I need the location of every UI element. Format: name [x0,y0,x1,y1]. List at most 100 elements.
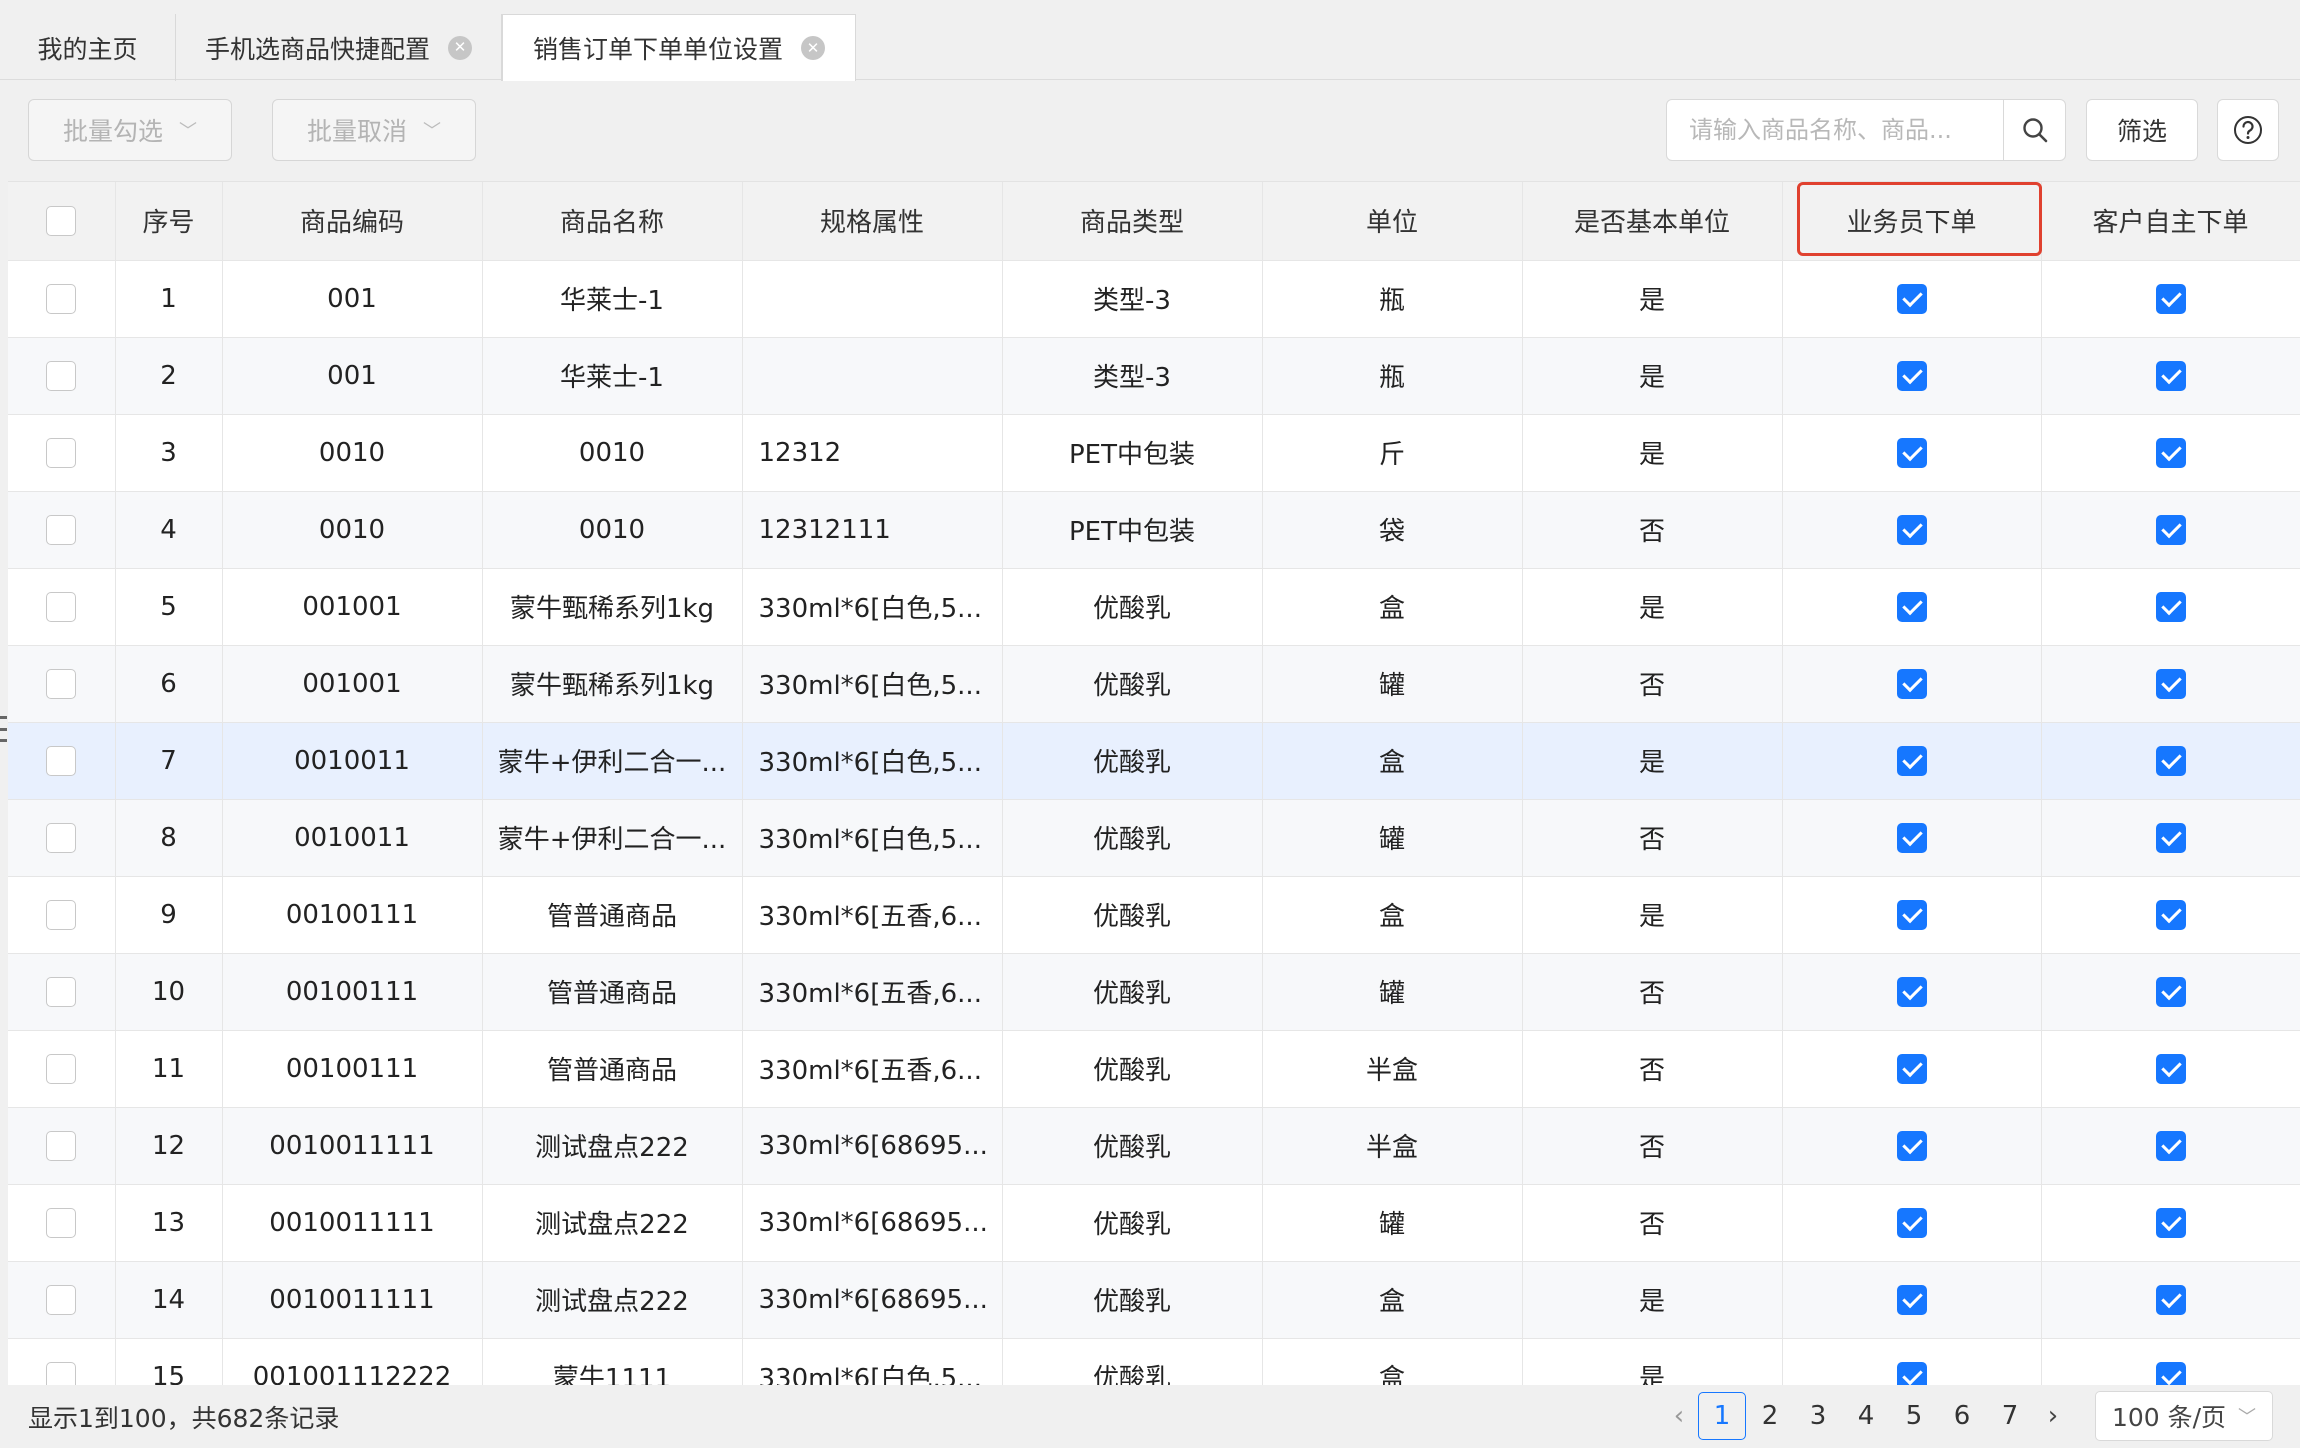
row-checkbox[interactable] [46,283,77,314]
customer-order-checkbox[interactable] [2155,668,2186,699]
salesman-order-checkbox[interactable] [1896,668,1927,699]
cell-salesman-order [1782,953,2042,1031]
salesman-order-checkbox[interactable] [1896,360,1927,391]
salesman-order-checkbox[interactable] [1896,514,1927,545]
row-checkbox[interactable] [46,514,77,545]
page-button[interactable]: 6 [1938,1392,1986,1440]
table-row[interactable]: 3 0010 0010 12312 PET中包装斤是 [8,414,2300,492]
page-button[interactable]: 1 [1698,1392,1746,1440]
cell-name: 蒙牛+伊利二合一... [482,799,743,877]
table-row[interactable]: 4 0010 0010 12312111 PET中包装袋否 [8,491,2300,569]
row-checkbox[interactable] [46,745,77,776]
cell-type: 优酸乳 [1002,1030,1263,1108]
table-row[interactable]: 13 0010011111 测试盘点222 330ml*6[68695... 优酸乳罐否 [8,1184,2300,1262]
select-all-cell [8,182,116,261]
customer-order-checkbox[interactable] [2155,591,2186,622]
table-row[interactable]: 6 001001 蒙牛甄稀系列1kg 330ml*6[白色,5... 优酸乳罐否 [8,645,2300,723]
table-row[interactable]: 1 001 华莱士-1 类型-3 瓶是 [8,260,2300,338]
row-checkbox[interactable] [46,437,77,468]
table-row[interactable]: 2 001 华莱士-1 类型-3 瓶是 [8,337,2300,415]
resize-handle-icon[interactable] [0,716,7,742]
table-row[interactable]: 8 0010011 蒙牛+伊利二合一... 330ml*6[白色,5... 优酸乳罐否 [8,799,2300,877]
salesman-order-checkbox[interactable] [1896,745,1927,776]
row-checkbox[interactable] [46,668,77,699]
salesman-order-checkbox[interactable] [1896,822,1927,853]
page-button[interactable]: 7 [1986,1392,2034,1440]
page-button[interactable]: 4 [1842,1392,1890,1440]
toolbar: 批量勾选 ﹀ 批量取消 ﹀ 筛选 [0,81,2300,181]
search-button[interactable] [2003,100,2065,160]
salesman-order-checkbox[interactable] [1896,1130,1927,1161]
tab-sales-order-unit-settings[interactable]: 销售订单下单单位设置 ✕ [502,14,856,81]
cell-spec: 12312 [742,414,1003,492]
table-row[interactable]: 5 001001 蒙牛甄稀系列1kg 330ml*6[白色,5... 优酸乳盒是 [8,568,2300,646]
row-checkbox[interactable] [46,976,77,1007]
cell-spec: 330ml*6[68695... [742,1261,1003,1339]
customer-order-checkbox[interactable] [2155,976,2186,1007]
cell-no: 5 [115,568,223,646]
row-checkbox[interactable] [46,1207,77,1238]
customer-order-checkbox[interactable] [2155,899,2186,930]
salesman-order-checkbox[interactable] [1896,591,1927,622]
search-input[interactable] [1667,101,2003,159]
help-button[interactable] [2217,99,2279,161]
tab-mobile-quick-config[interactable]: 手机选商品快捷配置 ✕ [176,14,502,81]
row-checkbox[interactable] [46,822,77,853]
customer-order-checkbox[interactable] [2155,283,2186,314]
table-row[interactable]: 14 0010011111 测试盘点222 330ml*6[68695... 优酸乳盒是 [8,1261,2300,1339]
row-checkbox[interactable] [46,360,77,391]
cell-spec: 330ml*6[68695... [742,1184,1003,1262]
cell-no: 10 [115,953,223,1031]
salesman-order-checkbox[interactable] [1896,437,1927,468]
table-row[interactable]: 9 00100111 管普通商品 330ml*6[五香,6... 优酸乳盒是 [8,876,2300,954]
row-checkbox[interactable] [46,591,77,622]
cell-salesman-order [1782,260,2042,338]
salesman-order-checkbox[interactable] [1896,1053,1927,1084]
cell-customer-order [2041,953,2300,1031]
table-row[interactable]: 12 0010011111 测试盘点222 330ml*6[68695... 优酸乳 半盒… [8,1107,2300,1185]
table-row[interactable]: 10 00100111 管普通商品 330ml*6[五香,6... 优酸乳罐否 [8,953,2300,1031]
chevron-left-icon[interactable]: ‹ [1660,1401,1698,1431]
customer-order-checkbox[interactable] [2155,1053,2186,1084]
customer-order-checkbox[interactable] [2155,437,2186,468]
row-checkbox[interactable] [46,899,77,930]
salesman-order-checkbox[interactable] [1896,1207,1927,1238]
cell-code: 001001112222 [222,1338,483,1385]
row-select-cell [8,337,116,415]
customer-order-checkbox[interactable] [2155,745,2186,776]
customer-order-checkbox[interactable] [2155,514,2186,545]
cell-unit: 半盒 [1262,1107,1523,1185]
tab-home[interactable]: 我的主页 [0,14,176,81]
table-row[interactable]: 15 001001112222 蒙牛1111 330ml*6[白色,5... 优酸乳盒是 [8,1338,2300,1385]
close-icon[interactable]: ✕ [801,36,825,60]
select-all-checkbox[interactable] [46,206,77,236]
cell-no: 7 [115,722,223,800]
customer-order-checkbox[interactable] [2155,1207,2186,1238]
batch-check-button[interactable]: 批量勾选 ﹀ [28,99,232,161]
customer-order-checkbox[interactable] [2155,822,2186,853]
table-row[interactable]: 11 00100111 管普通商品 330ml*6[五香,6... 优酸乳 半盒否 [8,1030,2300,1108]
filter-button[interactable]: 筛选 [2086,99,2198,161]
customer-order-checkbox[interactable] [2155,1361,2186,1385]
close-icon[interactable]: ✕ [448,35,472,60]
cell-name: 管普通商品 [482,876,743,954]
row-checkbox[interactable] [46,1053,77,1084]
customer-order-checkbox[interactable] [2155,360,2186,391]
page-size-select[interactable]: 100 条/页 ﹀ [2095,1391,2273,1441]
salesman-order-checkbox[interactable] [1896,899,1927,930]
page-button[interactable]: 2 [1746,1392,1794,1440]
chevron-right-icon[interactable]: › [2034,1401,2072,1431]
salesman-order-checkbox[interactable] [1896,976,1927,1007]
batch-cancel-button[interactable]: 批量取消 ﹀ [272,99,476,161]
customer-order-checkbox[interactable] [2155,1284,2186,1315]
row-checkbox[interactable] [46,1284,77,1315]
salesman-order-checkbox[interactable] [1896,1284,1927,1315]
row-checkbox[interactable] [46,1361,77,1385]
row-checkbox[interactable] [46,1130,77,1161]
table-row[interactable]: 7 0010011 蒙牛+伊利二合一... 330ml*6[白色,5... 优酸乳盒是 [8,722,2300,800]
page-button[interactable]: 3 [1794,1392,1842,1440]
customer-order-checkbox[interactable] [2155,1130,2186,1161]
salesman-order-checkbox[interactable] [1896,1361,1927,1385]
page-button[interactable]: 5 [1890,1392,1938,1440]
salesman-order-checkbox[interactable] [1896,283,1927,314]
